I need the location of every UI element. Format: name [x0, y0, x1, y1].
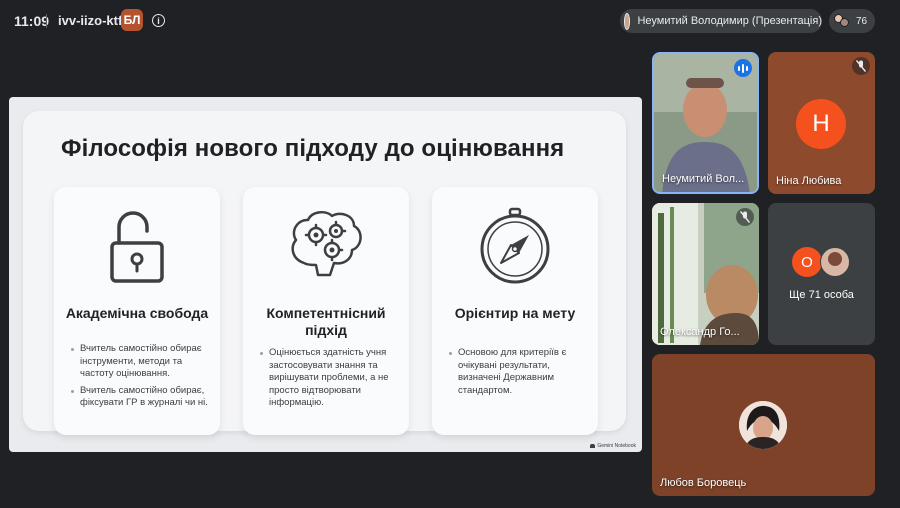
card-heading: Орієнтир на мету: [454, 305, 576, 321]
participant-badge[interactable]: БЛ: [121, 9, 143, 31]
unlocked-padlock-icon: [54, 207, 220, 285]
participant-tile-presenter[interactable]: Неумитий Вол...: [652, 52, 759, 194]
meeting-code[interactable]: ivv-iizo-ktf: [58, 13, 122, 28]
people-icon: [834, 14, 850, 28]
list-item: Вчитель самостійно обирає інструменти, м…: [70, 343, 212, 381]
avatar-stack: О: [792, 247, 854, 277]
notebook-icon: [590, 444, 596, 448]
presenter-avatar: [624, 12, 631, 30]
mic-off-icon: [852, 57, 870, 75]
watermark: Gemini Notebook: [590, 443, 636, 449]
participant-name: Ніна Любива: [776, 175, 842, 187]
avatar: О: [792, 247, 822, 277]
brain-gears-icon: [243, 207, 409, 281]
more-participants-tile[interactable]: О Ще 71 особа: [768, 203, 875, 345]
divider: [46, 14, 47, 28]
participant-tile-nina[interactable]: Н Ніна Любива: [768, 52, 875, 194]
people-button[interactable]: 76: [829, 9, 875, 33]
info-icon[interactable]: i: [152, 14, 165, 27]
avatar: [820, 247, 850, 277]
participant-tile-oleksandr[interactable]: Олександр Го...: [652, 203, 759, 345]
participant-name: Любов Боровець: [660, 477, 747, 489]
card-goal-orientation: Орієнтир на мету Основою для критеріїв є…: [432, 187, 598, 435]
avatar: Н: [796, 99, 846, 149]
card-academic-freedom: Академічна свобода Вчитель самостійно об…: [54, 187, 220, 435]
card-bullet-list: Основою для критеріїв є очікувані резуль…: [448, 347, 590, 401]
mic-off-icon: [736, 208, 754, 226]
avatar: [739, 401, 787, 449]
presenter-chip[interactable]: Неумитий Володимир (Презентація): [620, 9, 822, 33]
card-heading: Компетентнісний підхід: [266, 305, 386, 338]
more-participants-label: Ще 71 особа: [789, 289, 854, 301]
list-item: Вчитель самостійно обирає, фіксувати ГР …: [70, 385, 212, 410]
clock: 11:09: [14, 13, 50, 29]
slide-title: Філософія нового підходу до оцінювання: [61, 135, 565, 162]
list-item: Оцінюється здатність учня застосовувати …: [259, 347, 401, 410]
participant-tile-lyubov[interactable]: Любов Боровець: [652, 354, 875, 496]
presenter-chip-label: Неумитий Володимир (Презентація): [637, 15, 822, 27]
card-heading: Академічна свобода: [65, 305, 209, 321]
presentation-slide: Філософія нового підходу до оцінювання А…: [9, 97, 642, 452]
card-bullet-list: Оцінюється здатність учня застосовувати …: [259, 347, 401, 414]
participants-count: 76: [856, 15, 868, 27]
participant-name: Олександр Го...: [660, 326, 740, 338]
list-item: Основою для критеріїв є очікувані резуль…: [448, 347, 590, 397]
participant-name: Неумитий Вол...: [662, 173, 745, 185]
card-bullet-list: Вчитель самостійно обирає інструменти, м…: [70, 343, 212, 414]
top-bar: 11:09 ivv-iizo-ktf БЛ i Неумитий Володим…: [0, 0, 900, 42]
card-competency-approach: Компетентнісний підхід Оцінюється здатні…: [243, 187, 409, 435]
compass-icon: [432, 207, 598, 285]
speaking-indicator-icon: [734, 59, 752, 77]
